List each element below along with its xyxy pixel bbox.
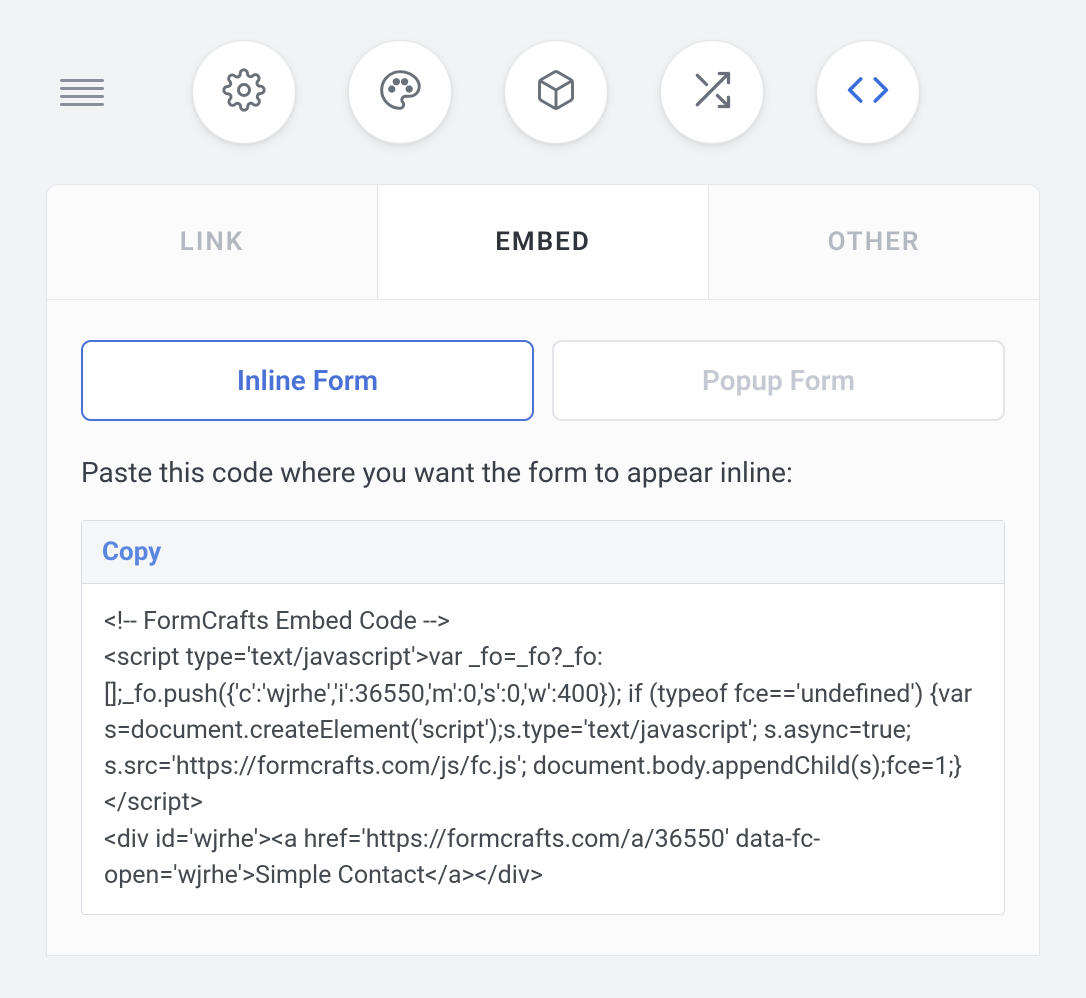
cube-icon	[534, 68, 578, 116]
popup-form-button[interactable]: Popup Form	[552, 340, 1005, 421]
share-tabs: LINK EMBED OTHER	[46, 184, 1040, 300]
settings-button[interactable]	[192, 40, 296, 144]
palette-icon	[378, 68, 422, 116]
shuffle-button[interactable]	[660, 40, 764, 144]
palette-button[interactable]	[348, 40, 452, 144]
cube-button[interactable]	[504, 40, 608, 144]
main-panel: LINK EMBED OTHER Inline Form Popup Form …	[46, 184, 1040, 956]
tab-embed[interactable]: EMBED	[378, 185, 709, 299]
gear-icon	[222, 68, 266, 116]
embed-code[interactable]: <!-- FormCrafts Embed Code --> <script t…	[82, 584, 1004, 914]
embed-code-box: Copy <!-- FormCrafts Embed Code --> <scr…	[81, 520, 1005, 915]
tab-content-embed: Inline Form Popup Form Paste this code w…	[46, 300, 1040, 956]
tab-link[interactable]: LINK	[47, 185, 378, 299]
menu-button[interactable]	[60, 70, 104, 114]
code-header: Copy	[82, 521, 1004, 584]
toolbar-buttons	[192, 40, 920, 144]
inline-form-button[interactable]: Inline Form	[81, 340, 534, 421]
main-toolbar	[0, 0, 1086, 184]
form-type-toggle: Inline Form Popup Form	[81, 340, 1005, 421]
code-button[interactable]	[816, 40, 920, 144]
copy-button[interactable]: Copy	[102, 537, 161, 567]
shuffle-icon	[690, 68, 734, 116]
code-icon	[846, 68, 890, 116]
instruction-text: Paste this code where you want the form …	[81, 453, 1005, 492]
tab-other[interactable]: OTHER	[709, 185, 1039, 299]
